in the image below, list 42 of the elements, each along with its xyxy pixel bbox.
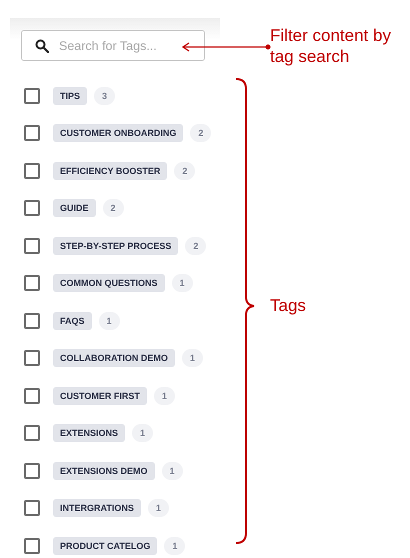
tag-chip[interactable]: EXTENSIONS [53, 424, 126, 442]
checkbox[interactable] [24, 88, 40, 104]
checkbox[interactable] [24, 125, 40, 142]
tag-count: 2 [185, 236, 206, 255]
annotation-text: Filter content by tag search [270, 25, 392, 67]
tag-count: 2 [174, 162, 196, 180]
tag-chip[interactable]: EXTENSIONS DEMO [53, 462, 155, 480]
checkbox[interactable] [24, 462, 40, 479]
tag-count: 1 [154, 386, 175, 405]
checkbox[interactable] [24, 388, 40, 404]
checkbox[interactable] [24, 162, 40, 179]
tag-count: 1 [98, 312, 120, 330]
tag-count: 1 [162, 462, 183, 480]
tag-chip[interactable]: CUSTOMER FIRST [53, 386, 147, 405]
checkbox[interactable] [24, 200, 40, 216]
tag-chip[interactable]: FAQS [53, 312, 92, 330]
tag-chip[interactable]: STEP-BY-STEP PROCESS [53, 236, 178, 255]
annotation-text: Tags [270, 295, 306, 316]
checkbox[interactable] [24, 312, 40, 329]
checkbox[interactable] [24, 275, 40, 292]
tag-count: 1 [148, 499, 169, 518]
checkbox[interactable] [24, 500, 40, 516]
tag-count: 2 [190, 124, 212, 142]
tag-chip[interactable]: COLLABORATION DEMO [53, 349, 175, 368]
tag-chip[interactable]: TIPS [53, 86, 88, 105]
checkbox[interactable] [24, 350, 40, 366]
checkbox[interactable] [24, 425, 40, 442]
tag-count: 1 [132, 424, 154, 442]
tag-count: 1 [182, 349, 203, 368]
tag-chip[interactable]: INTERGRATIONS [53, 499, 141, 518]
tag-count: 2 [102, 199, 124, 218]
search-field[interactable]: Search for Tags... [21, 30, 205, 61]
checkbox[interactable] [24, 238, 40, 254]
tag-chip[interactable]: COMMON QUESTIONS [53, 274, 165, 292]
tag-count: 1 [164, 536, 186, 555]
tag-count: 1 [172, 274, 193, 292]
tag-chip[interactable]: PRODUCT CATELOG [53, 536, 158, 555]
tag-chip[interactable]: CUSTOMER ONBOARDING [53, 124, 184, 142]
tag-count: 3 [94, 86, 116, 105]
tag-chip[interactable]: EFFICIENCY BOOSTER [53, 162, 168, 180]
checkbox[interactable] [24, 538, 40, 554]
tag-chip[interactable]: GUIDE [53, 199, 96, 218]
